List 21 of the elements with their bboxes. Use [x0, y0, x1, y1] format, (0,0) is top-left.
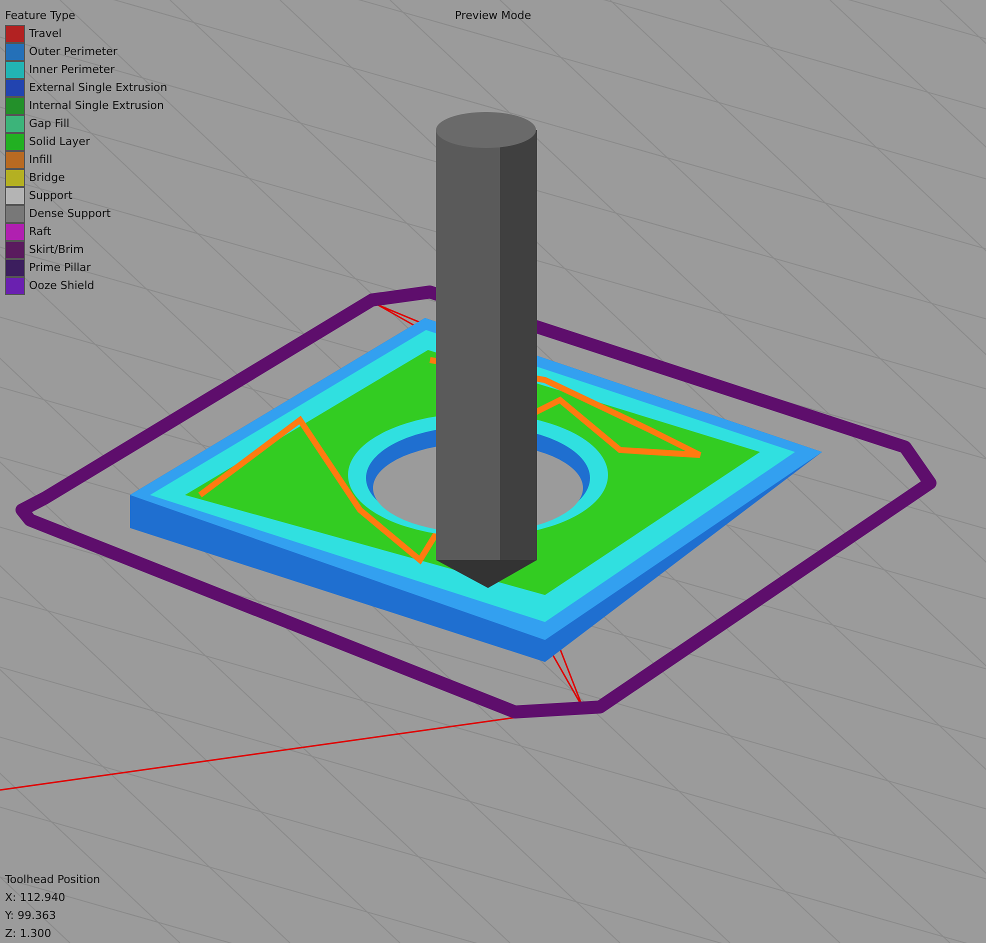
- legend-label: External Single Extrusion: [29, 80, 168, 96]
- legend-label: Skirt/Brim: [29, 242, 84, 258]
- legend-title: Feature Type: [5, 8, 76, 24]
- toolhead-coordinate: Z: 1.300: [5, 926, 52, 942]
- legend-label: Outer Perimeter: [29, 44, 118, 60]
- legend-label: Prime Pillar: [29, 260, 91, 276]
- legend-label: Internal Single Extrusion: [29, 98, 164, 114]
- legend-label: Solid Layer: [29, 134, 90, 150]
- legend-label: Support: [29, 188, 72, 204]
- legend-label: Travel: [29, 26, 62, 42]
- toolhead-coordinate: Y: 99.363: [5, 908, 57, 924]
- legend-label: Infill: [29, 152, 52, 168]
- toolhead-coordinate: X: 112.940: [5, 890, 66, 906]
- legend-label: Dense Support: [29, 206, 111, 222]
- legend-label: Gap Fill: [29, 116, 70, 132]
- toolhead-title: Toolhead Position: [5, 872, 100, 888]
- legend-label: Raft: [29, 224, 52, 240]
- view-mode-label: Preview Mode: [454, 9, 532, 22]
- legend-label: Inner Perimeter: [29, 62, 115, 78]
- legend-label: Bridge: [29, 170, 65, 186]
- legend-label: Ooze Shield: [29, 278, 94, 294]
